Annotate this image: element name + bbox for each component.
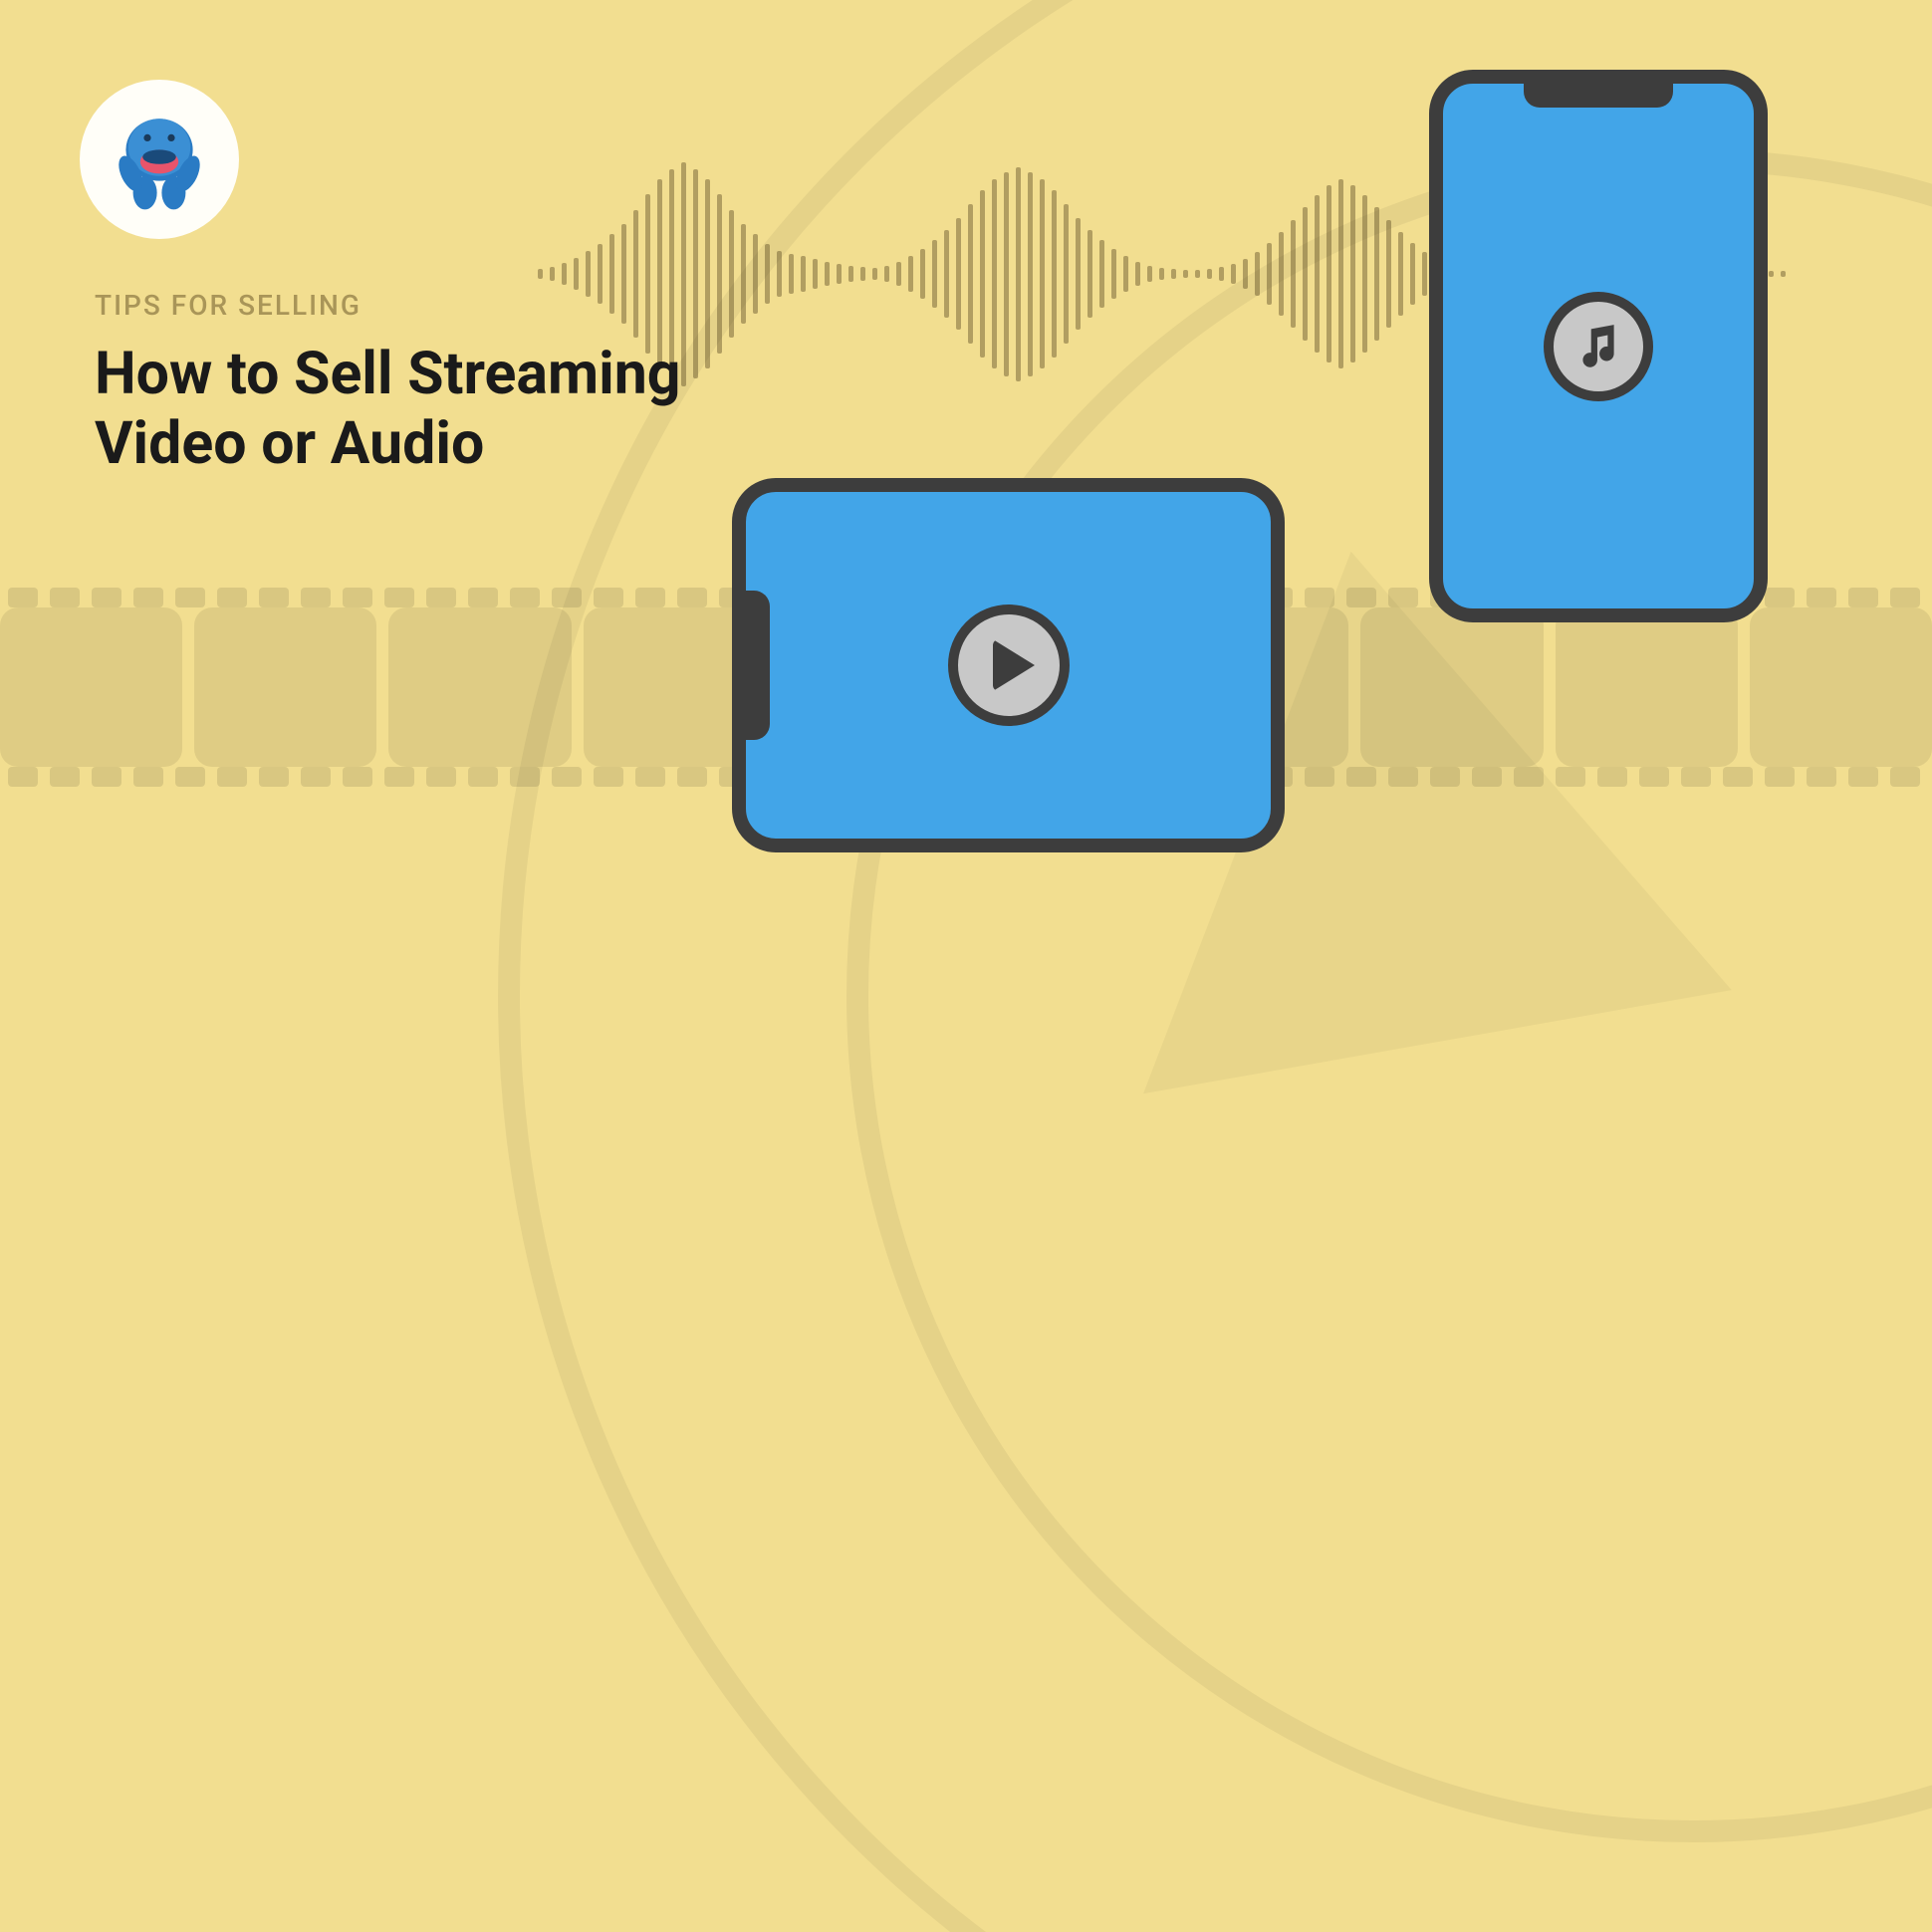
- edd-mascot-icon: [100, 100, 219, 219]
- headline-block: TIPS FOR SELLING How to Sell Streaming V…: [95, 289, 680, 478]
- phone-notch: [1524, 82, 1673, 108]
- play-button-circle: [948, 604, 1070, 726]
- tablet-device-graphic: [732, 478, 1285, 852]
- play-icon: [993, 639, 1035, 691]
- music-note-icon: [1572, 321, 1624, 372]
- tablet-notch: [744, 591, 770, 740]
- music-button-circle: [1544, 292, 1653, 401]
- brand-logo: [80, 80, 239, 239]
- phone-device-graphic: [1429, 70, 1768, 622]
- eyebrow-text: TIPS FOR SELLING: [95, 289, 680, 322]
- headline-text: How to Sell Streaming Video or Audio: [95, 340, 680, 478]
